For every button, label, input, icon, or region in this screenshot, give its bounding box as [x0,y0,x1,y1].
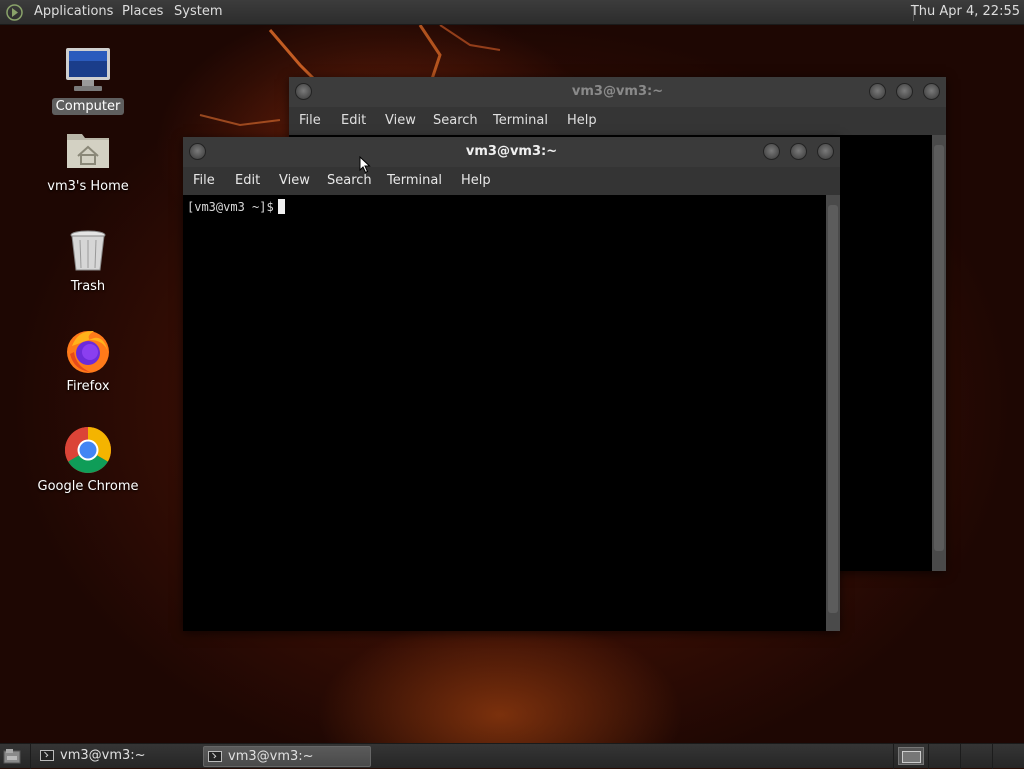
panel-separator [893,744,894,769]
clock[interactable]: Thu Apr 4, 22:55 [911,4,1020,19]
menu-view[interactable]: View [385,113,416,128]
prompt-text: [vm3@vm3 ~]$ [187,200,274,214]
terminal-icon [208,751,222,762]
workspace-2[interactable] [930,747,956,765]
bottom-panel: vm3@vm3:~ vm3@vm3:~ [0,743,1024,769]
computer-icon [64,46,112,94]
minimize-button[interactable] [869,83,886,100]
text-cursor [277,199,285,214]
scrollbar-thumb[interactable] [934,145,944,551]
menu-edit[interactable]: Edit [235,173,260,188]
desktop-icon-chrome[interactable]: Google Chrome [23,426,153,495]
menu-file[interactable]: File [193,173,215,188]
window-title: vm3@vm3:~ [571,84,664,99]
trash-icon [64,226,112,274]
distro-logo-icon[interactable] [6,4,23,21]
panel-separator [30,744,31,769]
terminal-icon [40,750,54,761]
desktop-icon-home[interactable]: vm3's Home [23,126,153,195]
menubar: File Edit View Search Terminal Help [289,107,946,135]
desktop-icon-label: vm3's Home [47,179,129,194]
close-button[interactable] [817,143,834,160]
desktop-icon-computer[interactable]: Computer [23,46,153,115]
scrollbar[interactable] [932,135,946,571]
desktop-icon-label: Trash [70,279,106,294]
desktop-icon-firefox[interactable]: Firefox [23,326,153,395]
desktop-icon-label: Firefox [66,379,110,394]
top-panel: Applications Places System Thu Apr 4, 22… [0,0,1024,25]
scrollbar[interactable] [826,195,840,631]
menu-terminal[interactable]: Terminal [493,113,548,128]
firefox-icon [64,326,112,374]
menubar: File Edit View Search Terminal Help [183,167,840,195]
menu-search[interactable]: Search [327,173,372,188]
desktop-icon-label: Computer [51,98,125,115]
minimize-button[interactable] [763,143,780,160]
window-titlebar[interactable]: vm3@vm3:~ [183,137,840,167]
panel-separator [992,744,993,769]
workspace-4[interactable] [994,747,1020,765]
close-button[interactable] [923,83,940,100]
panel-separator [960,744,961,769]
taskbar-item-label: vm3@vm3:~ [60,748,146,763]
chrome-icon [64,426,112,474]
menu-search[interactable]: Search [433,113,478,128]
terminal-prompt: [vm3@vm3 ~]$ [187,199,285,214]
panel-separator [928,744,929,769]
window-title: vm3@vm3:~ [465,144,558,159]
taskbar-item-active[interactable]: vm3@vm3:~ [203,746,371,767]
maximize-button[interactable] [896,83,913,100]
menu-help[interactable]: Help [461,173,491,188]
window-titlebar[interactable]: vm3@vm3:~ [289,77,946,107]
menu-terminal[interactable]: Terminal [387,173,442,188]
home-folder-icon [64,126,112,174]
menu-view[interactable]: View [279,173,310,188]
menu-file[interactable]: File [299,113,321,128]
show-desktop-icon[interactable] [3,748,21,764]
workspace-1[interactable] [898,747,924,765]
scrollbar-thumb[interactable] [828,205,838,613]
applications-menu[interactable]: Applications [34,4,113,19]
terminal-window-front[interactable]: vm3@vm3:~ File Edit View Search Terminal… [183,137,840,631]
menu-edit[interactable]: Edit [341,113,366,128]
terminal-area[interactable]: [vm3@vm3 ~]$ [183,195,826,631]
mouse-pointer-icon [359,156,371,174]
desktop-icon-trash[interactable]: Trash [23,226,153,295]
workspace-3[interactable] [962,747,988,765]
taskbar-item[interactable]: vm3@vm3:~ [36,746,198,767]
places-menu[interactable]: Places [122,4,163,19]
menu-help[interactable]: Help [567,113,597,128]
system-menu[interactable]: System [174,4,222,19]
desktop-icon-label: Google Chrome [37,479,139,494]
maximize-button[interactable] [790,143,807,160]
taskbar-item-label: vm3@vm3:~ [228,749,314,764]
